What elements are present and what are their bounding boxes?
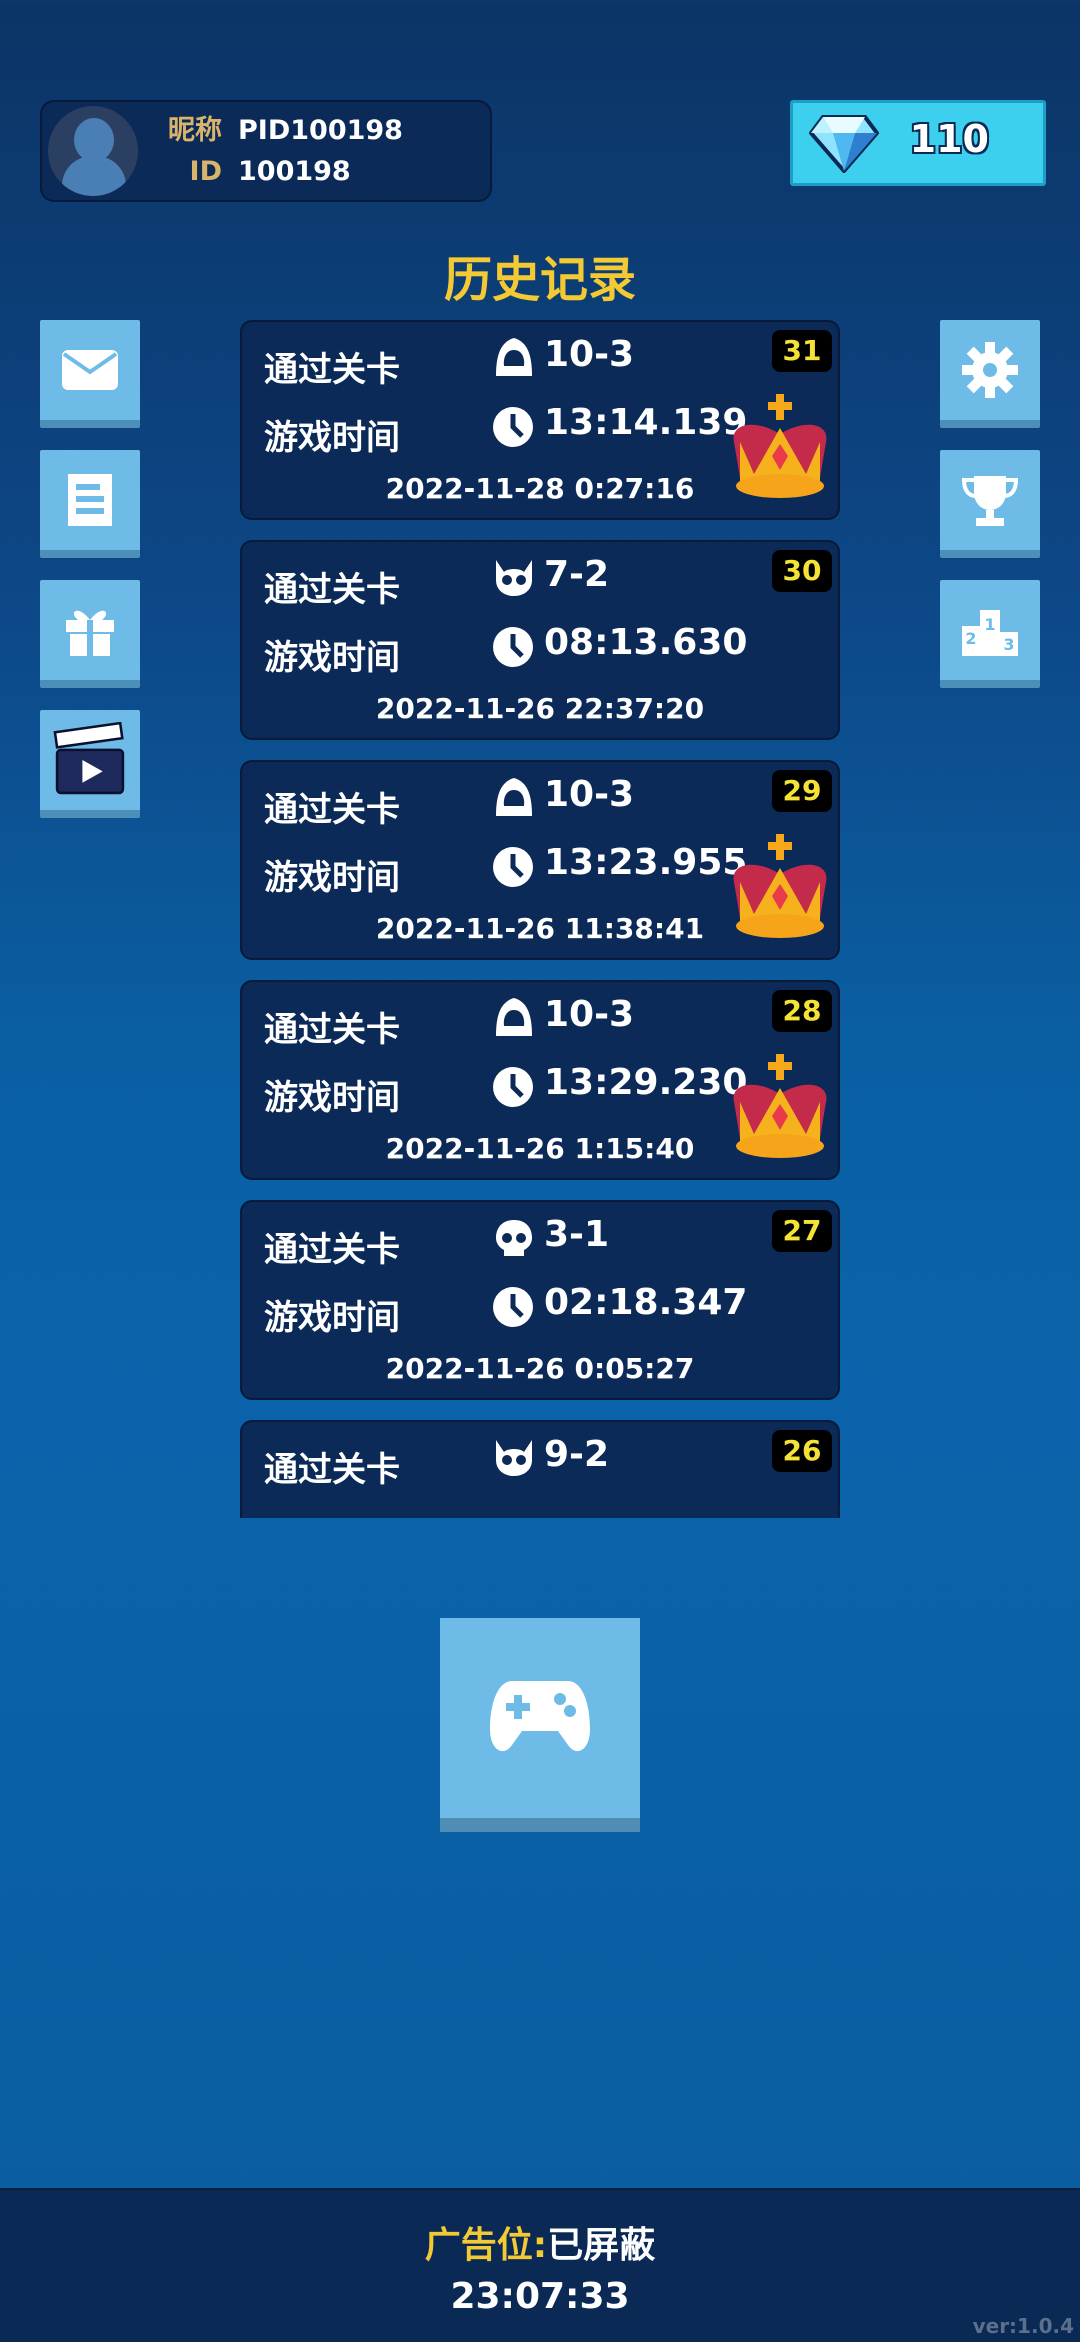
clock-icon: [493, 847, 533, 887]
clock-icon: [493, 1287, 533, 1327]
time-label: 游戏时间: [264, 858, 400, 898]
avatar[interactable]: [48, 106, 138, 196]
time-value: 13:14.139: [544, 402, 748, 443]
gem-counter[interactable]: 110: [790, 100, 1046, 186]
gem-count: 110: [909, 117, 989, 161]
level-value: 10-3: [544, 994, 635, 1035]
svg-text:2: 2: [965, 629, 976, 648]
level-label: 通过关卡: [264, 1230, 400, 1270]
rank-badge: 31: [772, 330, 832, 372]
rank-badge: 27: [772, 1210, 832, 1252]
profile-panel[interactable]: 昵称 PID100198 ID 100198: [40, 100, 492, 202]
record-date: 2022-11-26 0:05:27: [385, 1352, 695, 1385]
svg-text:1: 1: [984, 615, 995, 634]
trophy-icon: [961, 476, 1019, 526]
ad-value: 已屏蔽: [547, 2225, 656, 2266]
level-label: 通过关卡: [264, 350, 400, 390]
nickname-label: 昵称: [168, 115, 222, 146]
ad-label: 广告位:: [424, 2225, 548, 2266]
time-value: 02:18.347: [544, 1282, 748, 1323]
diamond-icon: [809, 115, 879, 173]
level-label: 通过关卡: [264, 1450, 400, 1490]
crown-icon: [733, 834, 827, 938]
footer-bar: 广告位:已屏蔽 23:07:33 ver:1.0.4: [0, 2188, 1080, 2342]
clock-icon: [493, 407, 533, 447]
trophy-button[interactable]: [940, 450, 1040, 558]
time-label: 游戏时间: [264, 418, 400, 458]
leaderboard-button[interactable]: 1 2 3: [940, 580, 1040, 688]
rank-badge: 29: [772, 770, 832, 812]
record-card[interactable]: 通过关卡 7-2 游戏时间 08:13.630 2022-11-26 22:37…: [240, 540, 840, 740]
ad-status: 广告位:已屏蔽: [0, 2216, 1080, 2268]
mail-button[interactable]: [40, 320, 140, 428]
crown-icon: [733, 394, 827, 498]
clock-icon: [493, 627, 533, 667]
document-icon: [68, 474, 112, 526]
hooded-icon: [496, 998, 532, 1036]
rank-badge: 28: [772, 990, 832, 1032]
envelope-icon: [62, 350, 118, 390]
level-value: 7-2: [544, 554, 610, 595]
time-value: 13:23.955: [544, 842, 748, 883]
clock-display: 23:07:33: [450, 2276, 630, 2317]
level-value: 9-2: [544, 1434, 610, 1475]
level-value: 10-3: [544, 334, 635, 375]
video-button[interactable]: [40, 710, 140, 818]
play-button[interactable]: [440, 1618, 640, 1832]
skull-icon: [496, 1220, 532, 1256]
time-label: 游戏时间: [264, 1078, 400, 1118]
gear-icon: [962, 342, 1018, 398]
crown-icon: [733, 1054, 827, 1158]
record-card[interactable]: 通过关卡 10-3 游戏时间 13:29.230 2022-11-26 1:15…: [240, 980, 840, 1180]
level-label: 通过关卡: [264, 1010, 400, 1050]
gift-icon: [66, 610, 114, 656]
level-label: 通过关卡: [264, 570, 400, 610]
history-list[interactable]: 通过关卡 10-3 游戏时间 13:14.139 2022-11-28 0:27…: [240, 318, 840, 1518]
svg-text:3: 3: [1003, 635, 1014, 654]
page-title: 历史记录: [443, 252, 636, 308]
record-card[interactable]: 通过关卡 3-1 游戏时间 02:18.347 2022-11-26 0:05:…: [240, 1200, 840, 1400]
nickname-value: PID100198: [238, 115, 403, 146]
time-label: 游戏时间: [264, 1298, 400, 1338]
record-card[interactable]: 通过关卡 9-2 26: [240, 1420, 840, 1518]
level-label: 通过关卡: [264, 790, 400, 830]
podium-icon: 1 2 3: [962, 610, 1018, 656]
hooded-icon: [496, 338, 532, 376]
settings-button[interactable]: [940, 320, 1040, 428]
notes-button[interactable]: [40, 450, 140, 558]
version-label: ver:1.0.4: [972, 2314, 1074, 2338]
record-date: 2022-11-26 22:37:20: [375, 692, 705, 725]
time-value: 08:13.630: [544, 622, 748, 663]
id-label: ID: [189, 156, 222, 187]
record-card[interactable]: 通过关卡 10-3 游戏时间 13:14.139 2022-11-28 0:27…: [240, 320, 840, 520]
demon-skull-icon: [496, 560, 532, 596]
record-card[interactable]: 通过关卡 10-3 游戏时间 13:23.955 2022-11-26 11:3…: [240, 760, 840, 960]
time-value: 13:29.230: [544, 1062, 748, 1103]
clapperboard-icon: [53, 722, 125, 795]
level-value: 3-1: [544, 1214, 610, 1255]
demon-skull-icon: [496, 1440, 532, 1476]
id-value: 100198: [238, 156, 351, 187]
level-value: 10-3: [544, 774, 635, 815]
rank-badge: 26: [772, 1430, 832, 1472]
gamepad-icon: [490, 1681, 590, 1752]
rank-badge: 30: [772, 550, 832, 592]
gift-button[interactable]: [40, 580, 140, 688]
time-label: 游戏时间: [264, 638, 400, 678]
clock-icon: [493, 1067, 533, 1107]
hooded-icon: [496, 778, 532, 816]
